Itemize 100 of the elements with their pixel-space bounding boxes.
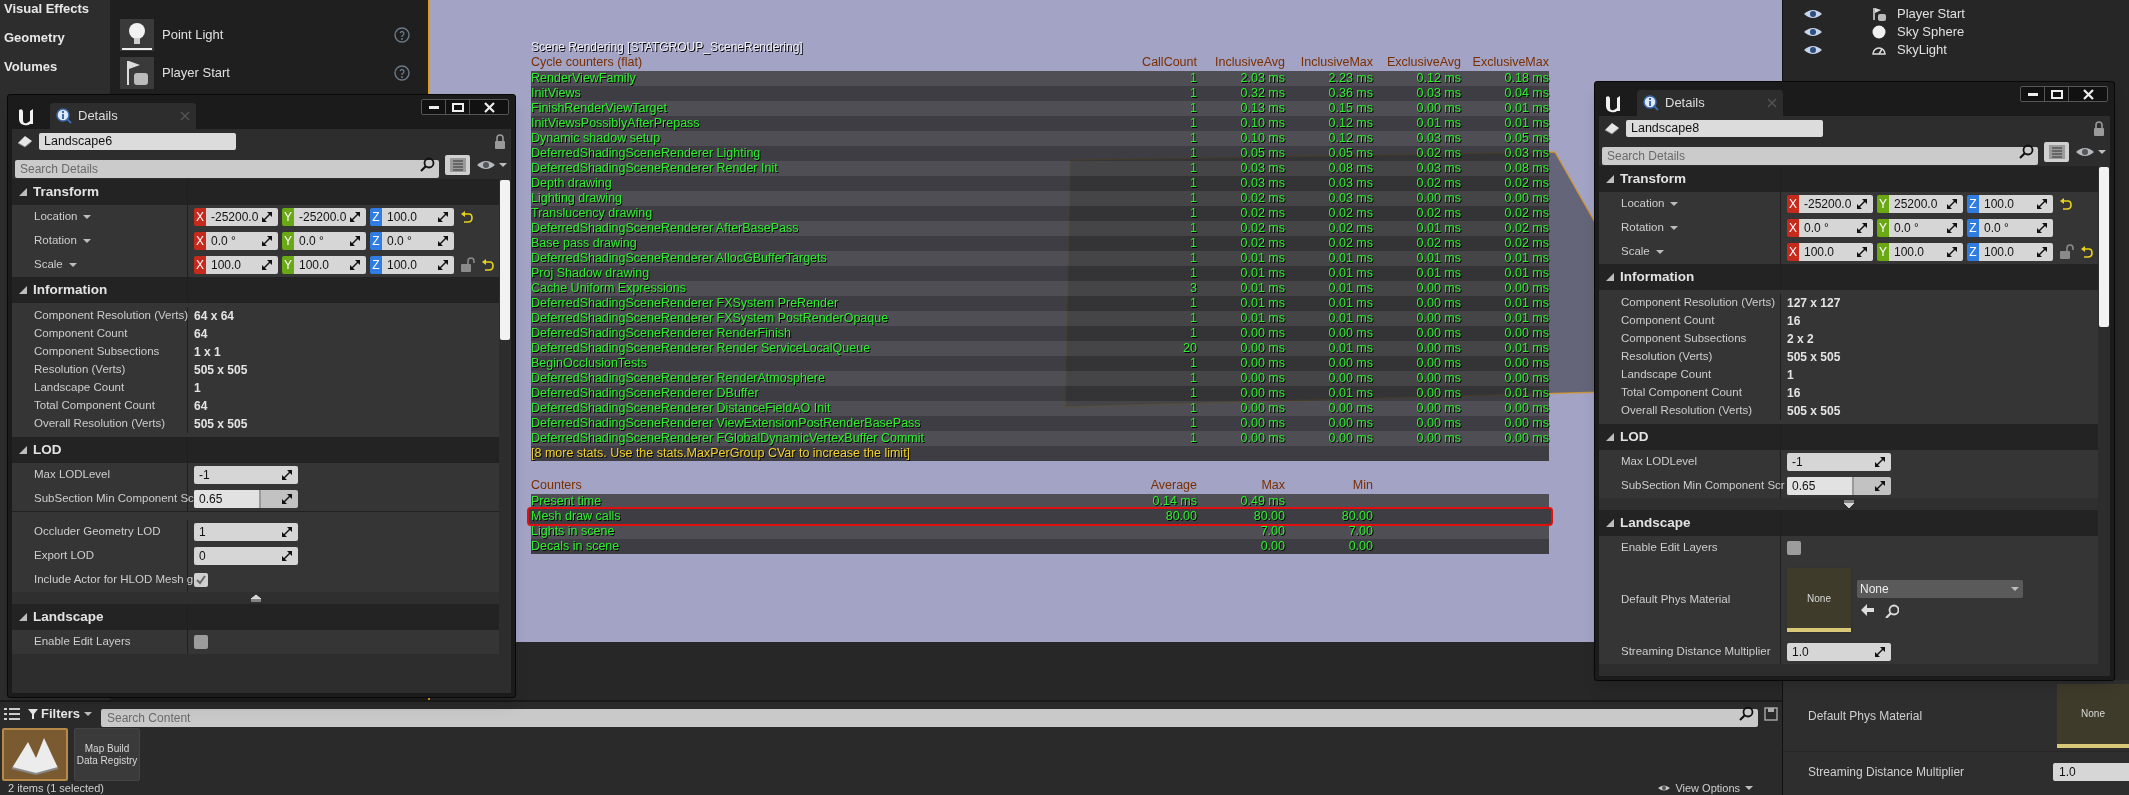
scrollbar-thumb[interactable] xyxy=(500,180,510,340)
view-mode-button[interactable] xyxy=(445,155,470,175)
scrollbar-thumb[interactable] xyxy=(2099,167,2109,327)
actor-list-item[interactable]: Point Light xyxy=(120,18,410,52)
number-field[interactable]: 0.0 ° xyxy=(294,232,366,250)
number-field[interactable]: 100.0 xyxy=(1979,243,2053,261)
stat-name: Depth drawing xyxy=(531,176,613,191)
material-thumbnail[interactable]: None xyxy=(2057,683,2129,748)
stat-value: 1 xyxy=(1189,116,1197,131)
number-field[interactable]: 0.0 ° xyxy=(206,232,278,250)
number-field[interactable]: 25200.0 xyxy=(1889,195,1963,213)
number-field[interactable]: 100.0 xyxy=(1889,243,1963,261)
search-icon xyxy=(1885,604,1899,618)
checkbox[interactable] xyxy=(194,635,208,649)
stat-value: 1 xyxy=(1189,251,1197,266)
number-field[interactable]: 0.0 ° xyxy=(382,232,454,250)
stat-value: 0.00 ms xyxy=(1503,431,1549,446)
category-item[interactable]: Volumes xyxy=(4,58,110,75)
material-thumbnail[interactable]: None xyxy=(1787,568,1851,632)
search-icon[interactable] xyxy=(1739,706,1754,721)
view-mode-button[interactable] xyxy=(2044,142,2069,162)
stat-name: Present time xyxy=(531,494,603,509)
asset-tile[interactable]: Map Build Data Registry xyxy=(74,728,140,781)
view-options-button[interactable]: View Options xyxy=(1657,781,1754,795)
section-header[interactable]: Landscape xyxy=(1599,510,2098,536)
stat-name: DeferredShadingSceneRenderer DistanceFieldAO Init xyxy=(531,401,832,416)
stat-value: 0.02 ms xyxy=(1503,176,1549,191)
section-header[interactable]: Information xyxy=(1599,264,2098,290)
number-field[interactable]: 1.0 xyxy=(2053,763,2129,781)
property-value: 64 x 64 xyxy=(194,308,235,325)
number-field[interactable]: 1.0 xyxy=(1787,643,1891,661)
number-field[interactable]: 100.0 xyxy=(1979,195,2053,213)
number-field[interactable]: -25200.0 xyxy=(294,208,366,226)
number-field[interactable]: -1 xyxy=(194,466,298,484)
stat-value: 0.01 ms xyxy=(1239,281,1285,296)
section-header[interactable]: Information xyxy=(12,277,499,303)
property-label: Location xyxy=(1621,196,1665,212)
eye-icon xyxy=(1657,784,1672,792)
name-field[interactable]: Landscape6 xyxy=(39,132,236,150)
outliner-item[interactable]: Player Start xyxy=(1897,4,1965,24)
section-header[interactable]: LOD xyxy=(1599,424,2098,450)
stat-name: DeferredShadingSceneRenderer FXSystem PostRenderOpaque xyxy=(531,311,890,326)
visibility-button[interactable] xyxy=(2075,146,2107,158)
stat-name: InitViewsPossiblyAfterPrepass xyxy=(531,116,701,131)
number-field[interactable]: 0.0 ° xyxy=(1799,219,1873,237)
number-field[interactable]: 0.0 ° xyxy=(1889,219,1963,237)
stat-name: Base pass drawing xyxy=(531,236,638,251)
category-item[interactable]: Geometry xyxy=(4,29,110,46)
stat-value: 0.00 xyxy=(1347,539,1373,554)
slider-field[interactable]: 0.65 xyxy=(1787,477,1891,495)
name-field[interactable]: Landscape8 xyxy=(1626,119,1823,137)
resize-arrows-icon xyxy=(2036,198,2048,210)
details-tab[interactable]: Details xyxy=(50,103,196,129)
search-icon[interactable] xyxy=(420,157,435,172)
resize-arrows-icon xyxy=(261,259,273,271)
search-field[interactable]: Search Content xyxy=(101,709,1758,727)
search-icon[interactable] xyxy=(2019,144,2034,159)
asset-tile[interactable] xyxy=(2,728,68,781)
filters-button[interactable]: Filters xyxy=(26,704,95,724)
column-header: ExclusiveAvg xyxy=(1385,55,1461,70)
checkbox[interactable] xyxy=(1787,541,1801,555)
stat-value: 1 xyxy=(1189,326,1197,341)
search-field[interactable]: Search Details xyxy=(1602,147,2038,165)
property-label: Landscape Count xyxy=(1621,367,1712,383)
number-field[interactable]: -1 xyxy=(1787,453,1891,471)
sphere-icon xyxy=(1871,24,1887,40)
checkbox[interactable] xyxy=(194,573,208,587)
axis-label: Y xyxy=(1877,219,1889,237)
actor-list-item[interactable]: Player Start xyxy=(120,56,410,90)
number-field[interactable]: 1 xyxy=(194,523,298,541)
section-header[interactable]: Landscape xyxy=(12,604,499,630)
section-header[interactable]: Transform xyxy=(12,179,499,205)
stat-value: 0.00 ms xyxy=(1239,371,1285,386)
number-field[interactable]: -25200.0 xyxy=(206,208,278,226)
slider-field[interactable]: 0.65 xyxy=(194,490,298,508)
section-header[interactable]: LOD xyxy=(12,437,499,463)
axis-label: Z xyxy=(370,232,382,250)
number-field[interactable]: 100.0 xyxy=(1799,243,1873,261)
number-field[interactable]: 100.0 xyxy=(382,256,454,274)
number-field[interactable]: 0 xyxy=(194,547,298,565)
number-field[interactable]: 0.0 ° xyxy=(1979,219,2053,237)
outliner-item[interactable]: SkyLight xyxy=(1897,40,1947,60)
search-field[interactable]: Search Details xyxy=(15,160,439,178)
stat-value: 0.02 ms xyxy=(1415,146,1461,161)
property-label: Default Phys Material xyxy=(1808,707,1924,725)
visibility-button[interactable] xyxy=(476,159,508,171)
stat-value: 0.32 ms xyxy=(1239,86,1285,101)
material-dropdown[interactable]: None xyxy=(1857,580,2023,598)
number-field[interactable]: 100.0 xyxy=(382,208,454,226)
number-field[interactable]: 100.0 xyxy=(294,256,366,274)
stat-value: 0.01 ms xyxy=(1327,296,1373,311)
number-field[interactable]: 100.0 xyxy=(206,256,278,274)
details-tab[interactable]: Details xyxy=(1637,90,1783,116)
stat-value: 1 xyxy=(1189,161,1197,176)
outliner-item[interactable]: Sky Sphere xyxy=(1897,22,1965,42)
number-field[interactable]: -25200.0 xyxy=(1799,195,1873,213)
column-header: Counters xyxy=(531,478,583,493)
category-item[interactable]: Visual Effects xyxy=(4,0,110,17)
eye-icon xyxy=(2075,146,2095,158)
section-header[interactable]: Transform xyxy=(1599,166,2098,192)
